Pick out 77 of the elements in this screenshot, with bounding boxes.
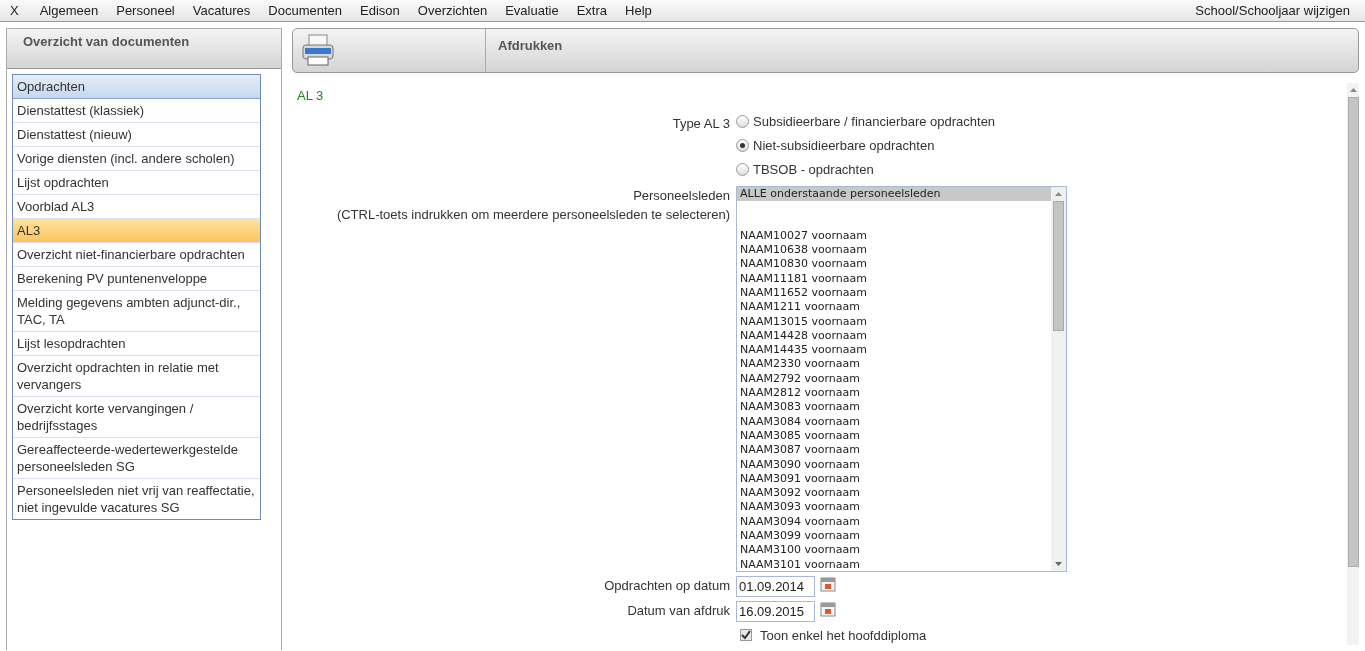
list-option[interactable]: NAAM11181 voornaam bbox=[737, 271, 1051, 286]
menu-item[interactable]: Vacatures bbox=[183, 0, 260, 21]
list-option[interactable]: ALLE onderstaande personeelsleden bbox=[737, 186, 1051, 201]
calendar-icon[interactable] bbox=[820, 600, 836, 617]
list-option[interactable]: NAAM3085 voornaam bbox=[737, 428, 1051, 444]
document-item[interactable]: Overzicht niet-financierbare opdrachten bbox=[13, 243, 260, 267]
list-option[interactable]: NAAM10027 voornaam bbox=[737, 228, 1051, 244]
panel-title: Afdrukken bbox=[497, 37, 564, 55]
list-option[interactable]: NAAM3087 voornaam bbox=[737, 443, 1051, 458]
list-option[interactable]: NAAM3101 voornaam bbox=[737, 557, 1051, 571]
list-option[interactable]: NAAM2812 voornaam bbox=[737, 386, 1051, 401]
date-field[interactable]: 16.09.2015 bbox=[736, 600, 815, 622]
change-school-link[interactable]: School/Schooljaar wijzigen bbox=[1186, 0, 1359, 21]
menu-item[interactable]: Evaluatie bbox=[496, 0, 568, 21]
scroll-down-icon[interactable] bbox=[1055, 561, 1062, 566]
radio-button[interactable] bbox=[736, 139, 749, 152]
document-item[interactable]: Overzicht korte vervangingen / bedrijfsstages bbox=[13, 397, 260, 438]
list-option[interactable]: NAAM3090 voornaam bbox=[737, 457, 1051, 472]
document-item[interactable]: Lijst lesopdrachten bbox=[13, 332, 260, 356]
radio-button[interactable] bbox=[736, 163, 749, 176]
menu-item[interactable]: Extra bbox=[567, 0, 616, 21]
menu-item[interactable]: Algemeen bbox=[30, 0, 108, 21]
staff-listbox[interactable] bbox=[736, 185, 1067, 572]
list-option[interactable]: NAAM3091 voornaam bbox=[737, 471, 1051, 487]
field-label: Datum van afdruk bbox=[626, 602, 731, 621]
list-option[interactable]: NAAM14435 voornaam bbox=[737, 343, 1051, 358]
document-item[interactable]: AL3 bbox=[13, 219, 260, 243]
document-item[interactable]: Lijst opdrachten bbox=[13, 171, 260, 195]
list-option[interactable]: NAAM13015 voornaam bbox=[737, 314, 1051, 329]
radio-label: TBSOB - opdrachten bbox=[753, 160, 874, 179]
list-option[interactable]: NAAM14428 voornaam bbox=[737, 328, 1051, 344]
list-option[interactable]: NAAM1211 voornaam bbox=[737, 300, 1051, 315]
calendar-icon[interactable] bbox=[820, 575, 836, 592]
list-option[interactable]: NAAM3099 voornaam bbox=[737, 529, 1051, 544]
close-menu-item[interactable]: X bbox=[8, 0, 31, 21]
panel-title: Overzicht van documenten bbox=[7, 29, 281, 69]
field-label: Opdrachten op datum bbox=[603, 577, 731, 596]
menu-item[interactable]: Personeel bbox=[107, 0, 184, 21]
checkbox[interactable] bbox=[740, 629, 752, 642]
field-label: Personeelsleden bbox=[632, 186, 730, 205]
list-option[interactable]: NAAM11652 voornaam bbox=[737, 286, 1051, 301]
list-option[interactable]: NAAM2330 voornaam bbox=[737, 357, 1051, 372]
list-option[interactable]: NAAM10638 voornaam bbox=[737, 243, 1051, 258]
list-header[interactable]: Opdrachten bbox=[13, 75, 260, 99]
menu-item[interactable]: Edison bbox=[351, 0, 409, 21]
date-field[interactable]: 01.09.2014 bbox=[736, 575, 815, 597]
list-option[interactable]: NAAM2792 voornaam bbox=[737, 371, 1051, 387]
printer-icon bbox=[301, 33, 335, 67]
list-option[interactable]: NAAM3084 voornaam bbox=[737, 414, 1051, 429]
document-item[interactable]: Dienstattest (nieuw) bbox=[13, 123, 260, 147]
scroll-up-icon[interactable] bbox=[1349, 88, 1357, 92]
document-item[interactable]: Gereaffecteerde-wedertewerkgestelde personeelsleden SG bbox=[13, 438, 260, 479]
document-item[interactable]: Vorige diensten (incl. andere scholen) bbox=[13, 147, 260, 171]
list-option[interactable]: NAAM10830 voornaam bbox=[737, 257, 1051, 272]
radio-button[interactable] bbox=[736, 115, 749, 128]
list-option[interactable]: NAAM3100 voornaam bbox=[737, 543, 1051, 558]
menu-item[interactable]: Documenten bbox=[259, 0, 352, 21]
hint-text: (CTRL-toets indrukken om meerdere personeelsleden te selecteren) bbox=[335, 206, 730, 224]
radio-label: Niet-subsidieerbare opdrachten bbox=[753, 136, 935, 155]
list-option[interactable]: NAAM3094 voornaam bbox=[737, 514, 1051, 530]
scroll-up-icon[interactable] bbox=[1055, 191, 1062, 196]
radio-label: Subsidieerbare / financierbare opdrachten bbox=[753, 112, 996, 131]
list-option[interactable]: NAAM3083 voornaam bbox=[737, 400, 1051, 415]
field-label: Type AL 3 bbox=[671, 114, 731, 133]
checkbox-label: Toon enkel het hoofddiploma bbox=[760, 626, 927, 645]
list-option[interactable]: NAAM3093 voornaam bbox=[737, 500, 1051, 515]
document-item[interactable]: Berekening PV puntenenveloppe bbox=[13, 267, 260, 291]
menu-item[interactable]: Help bbox=[616, 0, 661, 21]
menu-item[interactable]: Overzichten bbox=[408, 0, 497, 21]
document-item[interactable]: Personeelsleden niet vrij van reaffectatie, niet ingevulde vacatures SG bbox=[13, 479, 260, 519]
document-item[interactable]: Overzicht opdrachten in relatie met vervangers bbox=[13, 356, 260, 397]
list-option[interactable]: NAAM3092 voornaam bbox=[737, 486, 1051, 501]
scrollbar[interactable] bbox=[1347, 83, 1359, 645]
document-item[interactable]: Dienstattest (klassiek) bbox=[13, 99, 260, 123]
scrollbar[interactable] bbox=[1051, 186, 1066, 571]
section-title: AL 3 bbox=[296, 87, 325, 105]
document-item[interactable]: Melding gegevens ambten adjunct-dir., TAC, TA bbox=[13, 291, 260, 332]
